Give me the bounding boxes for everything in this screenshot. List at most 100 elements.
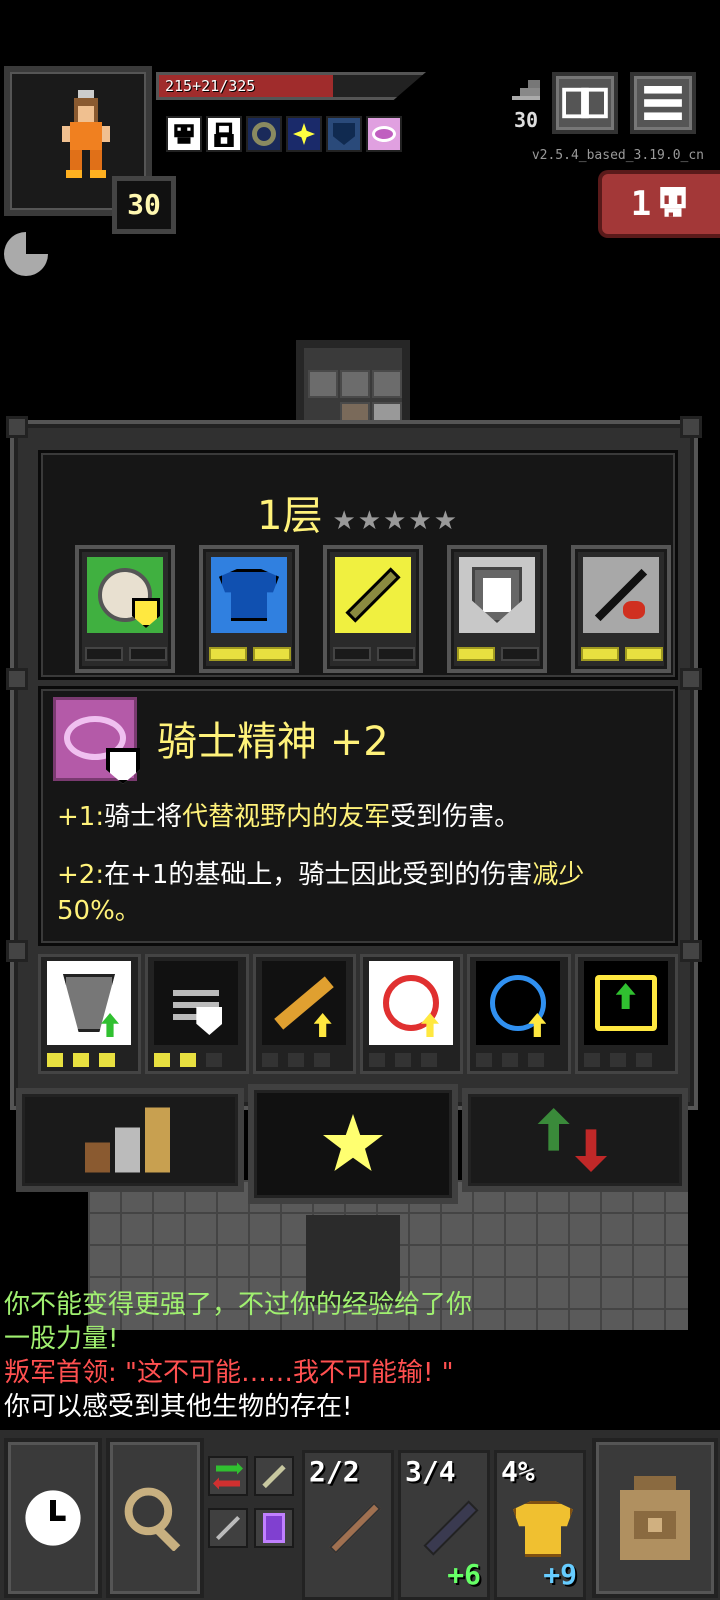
talent-rank1-text: +1:骑士将代替视野内的友军受到伤害。 bbox=[57, 802, 521, 832]
dash-shield-icon bbox=[154, 961, 239, 1045]
quickslot-bonus: +9 bbox=[543, 1558, 577, 1591]
talent-points bbox=[333, 647, 415, 661]
crosshair-icon bbox=[476, 961, 561, 1045]
magnifier-icon bbox=[124, 1487, 181, 1551]
talent-points bbox=[583, 1053, 652, 1067]
talent-slot-7[interactable] bbox=[145, 954, 249, 1074]
quickslot-count: 2/2 bbox=[309, 1455, 360, 1488]
quickslot-mini-3[interactable] bbox=[254, 1508, 294, 1548]
talent-points bbox=[209, 647, 291, 661]
dungeon-tiles-top bbox=[296, 340, 410, 430]
menu-icon bbox=[644, 86, 682, 120]
enemy-skull-icon bbox=[660, 187, 686, 217]
ring-icon[interactable] bbox=[246, 116, 282, 152]
up-down-arrows-icon bbox=[537, 1108, 607, 1172]
log-line: 你不能变得更强了，不过你的经验给了你 bbox=[4, 1290, 473, 1320]
quickslot-2[interactable]: 3/4 +6 bbox=[398, 1450, 490, 1600]
game-log: 你不能变得更强了，不过你的经验给了你 一股力量! 叛军首领: "这不可能……我不… bbox=[4, 1288, 604, 1424]
talent-points bbox=[85, 647, 167, 661]
talent-slot-10[interactable] bbox=[467, 954, 571, 1074]
stats-tab[interactable] bbox=[16, 1088, 244, 1192]
talent-points bbox=[581, 647, 663, 661]
talent-slot-8[interactable] bbox=[252, 954, 356, 1074]
backpack-button[interactable] bbox=[592, 1438, 718, 1598]
search-button[interactable] bbox=[106, 1438, 204, 1598]
talent-points bbox=[154, 1053, 223, 1067]
tier-title: 1层 ★★★★★ bbox=[41, 483, 675, 541]
danger-indicator[interactable]: 1 bbox=[598, 170, 720, 238]
bar-chart-icon bbox=[85, 1107, 170, 1173]
talent-slot-5[interactable] bbox=[571, 545, 671, 673]
talent-points bbox=[368, 1053, 437, 1067]
tier-talent-row bbox=[75, 545, 671, 673]
status-pane: 30 215+21/325 30 v2.5.4_based_3.19.0_cn … bbox=[0, 62, 720, 238]
talent-slot-2[interactable] bbox=[199, 545, 299, 673]
buff-list bbox=[166, 116, 402, 152]
star-icon bbox=[323, 1114, 383, 1171]
menu-button[interactable] bbox=[630, 72, 696, 134]
busy-indicator-icon bbox=[4, 232, 48, 276]
tornado-icon bbox=[47, 961, 131, 1045]
danger-count: 1 bbox=[630, 184, 652, 224]
quickslot-mini-1[interactable] bbox=[254, 1456, 294, 1496]
talent-slot-3[interactable] bbox=[323, 545, 423, 673]
golden-sword-icon bbox=[261, 961, 346, 1045]
book-icon bbox=[562, 87, 608, 119]
hp-text: 215+21/325 bbox=[165, 77, 256, 95]
swap-quickslot-button[interactable] bbox=[208, 1456, 248, 1496]
skull-icon[interactable] bbox=[166, 116, 202, 152]
sun-icon[interactable] bbox=[286, 116, 322, 152]
quickslot-count: 4% bbox=[501, 1455, 535, 1488]
quickslot-mini-2[interactable] bbox=[208, 1508, 248, 1548]
shield-icon bbox=[459, 557, 535, 633]
log-line: 一股力量! bbox=[4, 1324, 119, 1354]
quickslot-count: 3/4 bbox=[405, 1455, 456, 1488]
hero-level: 30 bbox=[112, 176, 176, 234]
tier-label: 1层 bbox=[257, 493, 323, 539]
wand-icon bbox=[328, 1501, 382, 1555]
wait-button[interactable] bbox=[4, 1438, 102, 1598]
spellbook-icon bbox=[263, 1513, 285, 1543]
talent-slot-1[interactable] bbox=[75, 545, 175, 673]
talents-tab[interactable] bbox=[248, 1084, 458, 1204]
talent-slot-11[interactable] bbox=[574, 954, 678, 1074]
clock-icon bbox=[25, 1490, 81, 1546]
talent-slot-4[interactable] bbox=[447, 545, 547, 673]
dark-wand-icon bbox=[423, 1500, 479, 1556]
quickslot-bonus: +6 bbox=[447, 1558, 481, 1591]
talent-points bbox=[47, 1053, 115, 1067]
log-line: 你可以感受到其他生物的存在! bbox=[4, 1392, 353, 1422]
depth-number: 30 bbox=[513, 108, 539, 132]
talent-slot-6[interactable] bbox=[38, 954, 142, 1074]
chivalry-eye-icon bbox=[53, 697, 140, 784]
sword-icon bbox=[335, 557, 411, 633]
quickslot-3[interactable]: 4% +9 bbox=[494, 1450, 586, 1600]
journal-button[interactable] bbox=[552, 72, 618, 134]
tier-panel: 1层 ★★★★★ bbox=[38, 450, 678, 680]
hero-sprite-icon bbox=[62, 90, 110, 178]
talent-rank2-text: +2:在+1的基础上，骑士因此受到的伤害减少 50%。 bbox=[57, 860, 585, 926]
talent-points bbox=[476, 1053, 545, 1067]
swap-arrows-icon bbox=[213, 1462, 243, 1490]
eye-icon[interactable] bbox=[366, 116, 402, 152]
depth-indicator[interactable]: 30 bbox=[504, 76, 548, 140]
talents-window: 1层 ★★★★★ 骑士精神 +2 +1:骑士将代替视野内的友军受到伤害。 +2:… bbox=[6, 416, 702, 1110]
tier-stars: ★★★★★ bbox=[332, 506, 459, 536]
talent-points bbox=[457, 647, 539, 661]
talent-points bbox=[261, 1053, 330, 1067]
target-icon bbox=[368, 961, 453, 1045]
hp-bar: 215+21/325 bbox=[156, 72, 426, 100]
quickslot-1[interactable]: 2/2 bbox=[302, 1450, 394, 1600]
bottom-toolbar: 2/2 3/4 +6 4% +9 bbox=[0, 1430, 720, 1600]
log-line: 叛军首领: "这不可能……我不可能输! " bbox=[4, 1358, 454, 1388]
clock-shield-icon bbox=[87, 557, 163, 633]
talent-slot-9[interactable] bbox=[359, 954, 464, 1074]
version-label: v2.5.4_based_3.19.0_cn bbox=[531, 148, 704, 163]
swap-tab[interactable] bbox=[462, 1088, 688, 1192]
shield-heart-icon[interactable] bbox=[326, 116, 362, 152]
staff-icon bbox=[215, 1515, 241, 1541]
armor-talent-row bbox=[38, 954, 678, 1074]
lock-icon[interactable] bbox=[206, 116, 242, 152]
scroll-icon bbox=[583, 961, 668, 1045]
golden-armor-icon bbox=[513, 1501, 573, 1557]
